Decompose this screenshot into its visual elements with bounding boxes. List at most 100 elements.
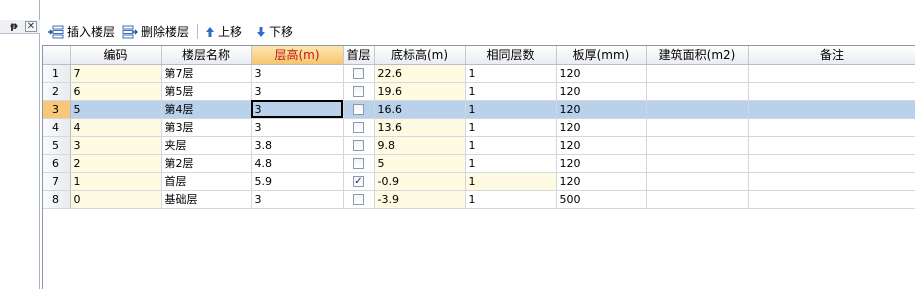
first-floor-cell[interactable] <box>343 154 375 173</box>
same-count-cell[interactable]: 1 <box>465 172 557 191</box>
slab-thickness-cell[interactable]: 120 <box>556 64 647 83</box>
floor-name-cell[interactable]: 基础层 <box>161 190 252 209</box>
col-header-floor-height[interactable]: 层高(m) <box>251 46 344 65</box>
base-elevation-cell[interactable]: 22.6 <box>374 64 466 83</box>
table-row[interactable]: 3 5 第4层 3 16.6 1 120 <box>43 100 915 119</box>
floor-name-cell[interactable]: 夹层 <box>161 136 252 155</box>
code-cell[interactable]: 0 <box>70 190 162 209</box>
base-elevation-cell[interactable]: -0.9 <box>374 172 466 191</box>
first-floor-checkbox[interactable] <box>353 194 364 205</box>
floor-height-cell[interactable]: 3 <box>251 118 344 137</box>
floor-height-cell[interactable]: 3 <box>251 82 344 101</box>
table-row[interactable]: 1 7 第7层 3 22.6 1 120 <box>43 64 915 83</box>
floor-area-cell[interactable] <box>646 190 749 209</box>
note-cell[interactable] <box>748 136 915 155</box>
floor-area-cell[interactable] <box>646 82 749 101</box>
close-icon[interactable]: ✕ <box>25 21 37 32</box>
floor-area-cell[interactable] <box>646 136 749 155</box>
first-floor-cell[interactable] <box>343 136 375 155</box>
first-floor-cell[interactable]: ✓ <box>343 172 375 191</box>
same-count-cell[interactable]: 1 <box>465 64 557 83</box>
floor-area-cell[interactable] <box>646 154 749 173</box>
code-cell[interactable]: 6 <box>70 82 162 101</box>
col-header-floor-area[interactable]: 建筑面积(m2) <box>646 46 749 65</box>
note-cell[interactable] <box>748 154 915 173</box>
base-elevation-cell[interactable]: 13.6 <box>374 118 466 137</box>
floor-height-cell[interactable]: 3 <box>251 100 344 119</box>
code-cell[interactable]: 3 <box>70 136 162 155</box>
base-elevation-cell[interactable]: 9.8 <box>374 136 466 155</box>
floor-area-cell[interactable] <box>646 172 749 191</box>
floor-name-cell[interactable]: 第5层 <box>161 82 252 101</box>
move-down-button[interactable]: 下移 <box>256 23 293 39</box>
same-count-cell[interactable]: 1 <box>465 190 557 209</box>
note-cell[interactable] <box>748 172 915 191</box>
same-count-cell[interactable]: 1 <box>465 100 557 119</box>
same-count-cell[interactable]: 1 <box>465 154 557 173</box>
col-header-floor-name[interactable]: 楼层名称 <box>161 46 252 65</box>
same-count-cell[interactable]: 1 <box>465 118 557 137</box>
table-row[interactable]: 5 3 夹层 3.8 9.8 1 120 <box>43 136 915 155</box>
note-cell[interactable] <box>748 190 915 209</box>
base-elevation-cell[interactable]: 5 <box>374 154 466 173</box>
slab-thickness-cell[interactable]: 500 <box>556 190 647 209</box>
floor-height-cell[interactable]: 5.9 <box>251 172 344 191</box>
note-cell[interactable] <box>748 82 915 101</box>
note-cell[interactable] <box>748 64 915 83</box>
first-floor-cell[interactable] <box>343 82 375 101</box>
col-header-first-floor[interactable]: 首层 <box>343 46 375 65</box>
slab-thickness-cell[interactable]: 120 <box>556 172 647 191</box>
col-header-base-elevation[interactable]: 底标高(m) <box>374 46 466 65</box>
code-cell[interactable]: 4 <box>70 118 162 137</box>
table-row[interactable]: 4 4 第3层 3 13.6 1 120 <box>43 118 915 137</box>
base-elevation-cell[interactable]: 16.6 <box>374 100 466 119</box>
same-count-cell[interactable]: 1 <box>465 82 557 101</box>
floor-area-cell[interactable] <box>646 118 749 137</box>
floor-name-cell[interactable]: 第4层 <box>161 100 252 119</box>
slab-thickness-cell[interactable]: 120 <box>556 136 647 155</box>
table-row[interactable]: 7 1 首层 5.9 ✓ -0.9 1 120 <box>43 172 915 191</box>
code-cell[interactable]: 2 <box>70 154 162 173</box>
first-floor-checkbox[interactable] <box>353 68 364 79</box>
floor-name-cell[interactable]: 第2层 <box>161 154 252 173</box>
slab-thickness-cell[interactable]: 120 <box>556 154 647 173</box>
table-row[interactable]: 8 0 基础层 3 -3.9 1 500 <box>43 190 915 209</box>
first-floor-cell[interactable] <box>343 100 375 119</box>
move-up-button[interactable]: 上移 <box>205 23 242 39</box>
first-floor-checkbox[interactable] <box>353 86 364 97</box>
col-header-slab-thickness[interactable]: 板厚(mm) <box>556 46 647 65</box>
code-cell[interactable]: 5 <box>70 100 162 119</box>
first-floor-checkbox[interactable] <box>353 122 364 133</box>
floor-area-cell[interactable] <box>646 64 749 83</box>
floor-name-cell[interactable]: 第3层 <box>161 118 252 137</box>
col-header-same-count[interactable]: 相同层数 <box>465 46 557 65</box>
same-count-cell[interactable]: 1 <box>465 136 557 155</box>
first-floor-cell[interactable] <box>343 118 375 137</box>
first-floor-cell[interactable] <box>343 190 375 209</box>
slab-thickness-cell[interactable]: 120 <box>556 100 647 119</box>
insert-floor-button[interactable]: 插入楼层 <box>48 23 115 39</box>
col-header-note[interactable]: 备注 <box>748 46 915 65</box>
floor-height-cell[interactable]: 4.8 <box>251 154 344 173</box>
floor-height-cell[interactable]: 3.8 <box>251 136 344 155</box>
floor-height-cell[interactable]: 3 <box>251 190 344 209</box>
floor-name-cell[interactable]: 第7层 <box>161 64 252 83</box>
floor-name-cell[interactable]: 首层 <box>161 172 252 191</box>
pin-icon[interactable]: ᵽ <box>9 20 19 33</box>
base-elevation-cell[interactable]: -3.9 <box>374 190 466 209</box>
first-floor-checkbox[interactable] <box>353 104 364 115</box>
floor-height-cell[interactable]: 3 <box>251 64 344 83</box>
first-floor-cell[interactable] <box>343 64 375 83</box>
code-cell[interactable]: 1 <box>70 172 162 191</box>
table-row[interactable]: 2 6 第5层 3 19.6 1 120 <box>43 82 915 101</box>
base-elevation-cell[interactable]: 19.6 <box>374 82 466 101</box>
slab-thickness-cell[interactable]: 120 <box>556 82 647 101</box>
first-floor-checkbox[interactable] <box>353 158 364 169</box>
slab-thickness-cell[interactable]: 120 <box>556 118 647 137</box>
code-cell[interactable]: 7 <box>70 64 162 83</box>
note-cell[interactable] <box>748 100 915 119</box>
floor-area-cell[interactable] <box>646 100 749 119</box>
col-header-code[interactable]: 编码 <box>70 46 162 65</box>
first-floor-checkbox[interactable]: ✓ <box>353 176 364 187</box>
first-floor-checkbox[interactable] <box>353 140 364 151</box>
